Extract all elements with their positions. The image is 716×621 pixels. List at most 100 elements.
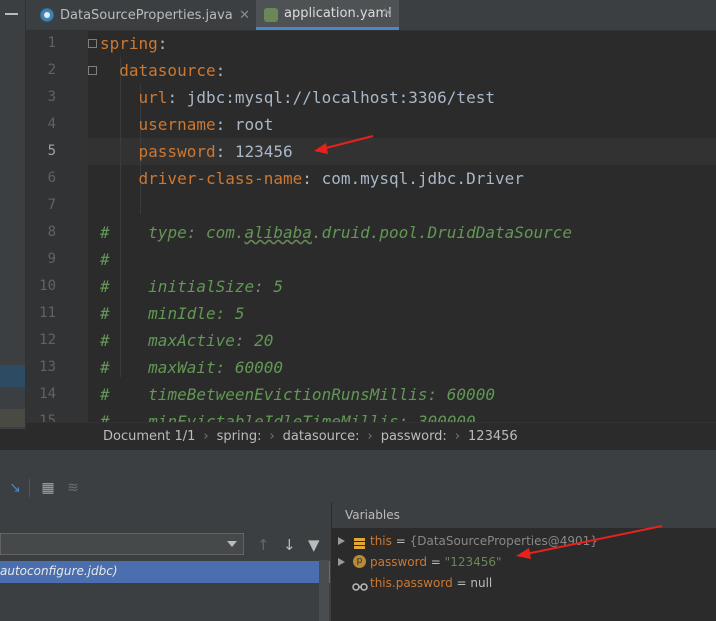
line-number: 3	[47, 89, 56, 105]
equals: =	[391, 534, 410, 548]
breadcrumb-item[interactable]: password:	[381, 429, 447, 444]
breadcrumb-item[interactable]: datasource:	[283, 429, 360, 444]
line-number: 12	[39, 332, 56, 348]
line-number-gutter: 1 2 3 4 5 6 7 8 9 10 11 12 13 14 15	[26, 30, 97, 429]
tab-application-yaml[interactable]: application.yaml ✕	[256, 0, 399, 30]
code-line-10: # initialSize: 5	[100, 273, 283, 300]
comment-text: maxWait: 60000	[109, 358, 284, 377]
colon: :	[215, 61, 226, 80]
project-row[interactable]	[0, 409, 25, 427]
tab-label: application.yaml	[284, 6, 392, 21]
breadcrumb-document: Document 1/1	[103, 429, 196, 444]
tab-label: DataSourceProperties.java	[60, 7, 233, 23]
evaluate-expression-icon[interactable]: ▦	[39, 479, 57, 497]
expand-icon[interactable]	[338, 558, 345, 566]
show-execution-point-icon[interactable]: ↘	[6, 479, 24, 497]
variable-name: this	[370, 534, 392, 548]
expand-icon[interactable]	[338, 537, 345, 545]
annotation-arrow-icon	[314, 135, 374, 154]
variable-value: null	[470, 576, 493, 590]
comment-text: minIdle: 5	[109, 304, 245, 323]
previous-frame-icon[interactable]: ↑	[257, 536, 270, 554]
line-number: 1	[47, 35, 56, 51]
line-number-current: 5	[47, 143, 56, 159]
line-number: 2	[47, 62, 56, 78]
next-frame-icon[interactable]: ↓	[283, 536, 296, 554]
line-number: 14	[39, 386, 56, 402]
colon: :	[215, 115, 226, 134]
comment-hash: #	[100, 331, 110, 350]
colon: :	[302, 169, 312, 188]
code-line-12: # maxActive: 20	[100, 327, 273, 354]
variable-name: this.password	[370, 576, 453, 590]
comment-hash: #	[100, 277, 110, 296]
equals: =	[426, 555, 445, 569]
breadcrumb-separator-icon: ›	[454, 429, 461, 444]
code-line-11: # minIdle: 5	[100, 300, 245, 327]
comment-text: type: com.	[109, 223, 245, 242]
annotation-arrow-icon	[516, 525, 663, 559]
frames-scrollbar[interactable]	[319, 560, 329, 621]
object-fields-icon	[354, 535, 365, 549]
variable-value: "123456"	[444, 555, 502, 569]
code-line-5: password: 123456	[100, 138, 293, 165]
comment-hash: #	[100, 250, 110, 269]
frame-row-selected[interactable]: autoconfigure.jdbc)	[0, 561, 330, 583]
breadcrumb-separator-icon: ›	[269, 429, 275, 444]
yaml-key: url	[138, 88, 168, 107]
code-line-6: driver-class-name: com.mysql.jdbc.Driver	[100, 165, 524, 192]
java-class-icon	[40, 8, 54, 22]
code-line-4: username: root	[100, 111, 274, 138]
close-tab-icon[interactable]: ✕	[239, 8, 250, 23]
colon: :	[157, 34, 168, 53]
line-number: 11	[39, 305, 56, 321]
comment-hash: #	[100, 304, 110, 323]
line-number: 4	[47, 116, 56, 132]
yaml-key: datasource	[119, 61, 216, 80]
equals: =	[452, 576, 471, 590]
yaml-value: jdbc:mysql://localhost:3306/test	[177, 88, 495, 107]
breadcrumb-separator-icon: ›	[203, 429, 209, 444]
watch-glasses-icon	[352, 578, 368, 591]
yaml-key: password	[138, 142, 216, 161]
comment-hash: #	[100, 223, 110, 242]
breadcrumb: Document 1/1 › spring: › datasource: › pass…	[26, 422, 716, 450]
yaml-value: root	[225, 115, 274, 134]
comment-hash: #	[100, 358, 110, 377]
comment-text: timeBetweenEvictionRunsMillis: 60000	[109, 385, 495, 404]
comment-text: maxActive: 20	[109, 331, 274, 350]
code-line-1: spring:	[100, 30, 167, 57]
thread-selector[interactable]	[0, 533, 244, 555]
typo-underlined-word: alibaba	[244, 223, 312, 242]
comment-text: .druid.pool.DruidDataSource	[311, 223, 573, 242]
breadcrumb-separator-icon: ›	[367, 429, 373, 444]
project-selected-row[interactable]	[0, 365, 25, 387]
close-tab-icon[interactable]: ✕	[382, 6, 393, 21]
comment-hash: #	[100, 385, 110, 404]
yaml-value: 123456	[225, 142, 293, 161]
trace-stream-icon[interactable]: ≋	[64, 479, 82, 497]
colon: :	[215, 142, 226, 161]
code-line-3: url: jdbc:mysql://localhost:3306/test	[100, 84, 495, 111]
breadcrumb-item[interactable]: spring:	[217, 429, 262, 444]
line-number: 13	[39, 359, 56, 375]
variable-name: password	[370, 555, 427, 569]
debug-panel-header	[0, 450, 716, 475]
minimize-icon[interactable]	[5, 13, 18, 15]
code-line-2: datasource:	[100, 57, 225, 84]
code-line-13: # maxWait: 60000	[100, 354, 283, 381]
line-number: 8	[47, 224, 56, 240]
code-editor[interactable]: spring: datasource: url: jdbc:mysql://lo…	[88, 30, 716, 427]
left-tool-strip	[0, 0, 26, 429]
breadcrumb-item[interactable]: 123456	[468, 429, 518, 444]
code-line-8: # type: com.alibaba.druid.pool.DruidData…	[100, 219, 572, 246]
frame-label: autoconfigure.jdbc)	[0, 564, 118, 578]
tab-datasourceproperties-java[interactable]: DataSourceProperties.java ✕	[32, 0, 256, 30]
line-number: 6	[47, 170, 56, 186]
code-line-9: #	[100, 246, 110, 273]
variables-title: Variables	[345, 508, 400, 522]
filter-icon[interactable]: ▼	[308, 536, 320, 554]
line-number: 9	[47, 251, 56, 267]
chevron-down-icon	[227, 541, 237, 547]
yaml-file-icon	[264, 8, 278, 22]
